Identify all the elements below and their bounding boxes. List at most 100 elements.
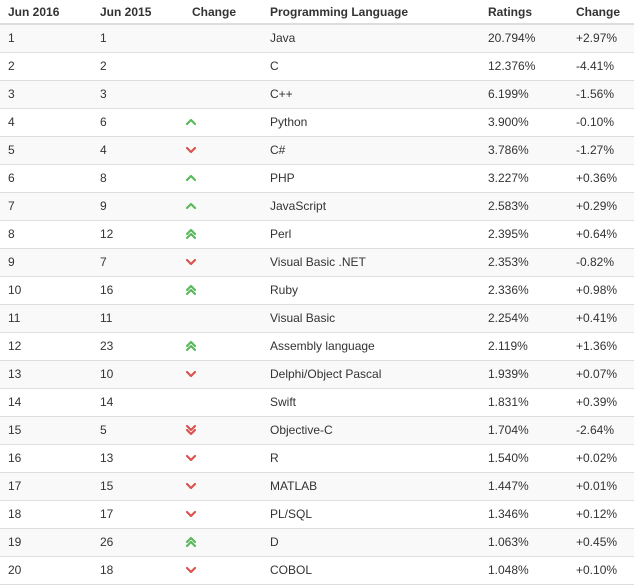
language-name: D (262, 528, 480, 557)
rank-jun-2015: 15 (92, 472, 184, 501)
table-row: 8 12 Perl 2.395% +0.64% (0, 220, 634, 249)
header-row: Jun 2016 Jun 2015 Change Programming Lan… (0, 0, 634, 25)
chevron-up-icon (184, 199, 198, 213)
rank-jun-2015: 26 (92, 528, 184, 557)
rank-jun-2016: 3 (0, 80, 92, 109)
rank-jun-2015: 23 (92, 332, 184, 361)
rank-jun-2016: 4 (0, 108, 92, 137)
chevron-down-icon (184, 143, 198, 157)
rank-jun-2016: 18 (0, 500, 92, 529)
table-row: 15 5 Objective-C 1.704% -2.64% (0, 416, 634, 445)
rank-jun-2015: 7 (92, 248, 184, 277)
rank-jun-2016: 13 (0, 360, 92, 389)
rank-jun-2015: 17 (92, 500, 184, 529)
rank-change (184, 276, 262, 305)
rank-change (184, 164, 262, 193)
language-name: C (262, 52, 480, 81)
rank-change (184, 52, 262, 81)
table-row: 1 1 Java 20.794% +2.97% (0, 24, 634, 53)
double-chevron-down-icon (184, 423, 198, 437)
rank-change (184, 136, 262, 165)
rating-value: 2.395% (480, 220, 568, 249)
rating-change: -1.56% (568, 80, 634, 109)
chevron-down-icon (184, 451, 198, 465)
rank-jun-2016: 17 (0, 472, 92, 501)
rank-jun-2016: 6 (0, 164, 92, 193)
language-name: PHP (262, 164, 480, 193)
rating-value: 1.048% (480, 556, 568, 585)
rank-change (184, 24, 262, 53)
language-name: JavaScript (262, 192, 480, 221)
language-name: Swift (262, 388, 480, 417)
chevron-down-icon (184, 563, 198, 577)
language-name: COBOL (262, 556, 480, 585)
rating-change: +0.45% (568, 528, 634, 557)
rating-change: -2.64% (568, 416, 634, 445)
rating-change: +2.97% (568, 24, 634, 53)
rating-value: 12.376% (480, 52, 568, 81)
language-name: C++ (262, 80, 480, 109)
table-body: 1 1 Java 20.794% +2.97% 2 2 C 12.376% -4.41% 3 3 C++… (0, 24, 634, 585)
table-row: 3 3 C++ 6.199% -1.56% (0, 80, 634, 109)
language-name: Objective-C (262, 416, 480, 445)
rank-jun-2016: 19 (0, 528, 92, 557)
rank-jun-2015: 14 (92, 388, 184, 417)
table-row: 17 15 MATLAB 1.447% +0.01% (0, 472, 634, 501)
double-chevron-up-icon (184, 535, 198, 549)
rank-change (184, 500, 262, 529)
rank-jun-2016: 12 (0, 332, 92, 361)
language-name: Python (262, 108, 480, 137)
table-row: 5 4 C# 3.786% -1.27% (0, 136, 634, 165)
rank-jun-2015: 8 (92, 164, 184, 193)
rank-change (184, 304, 262, 333)
rating-value: 6.199% (480, 80, 568, 109)
rating-value: 2.254% (480, 304, 568, 333)
rating-change: +0.98% (568, 276, 634, 305)
rating-change: +0.10% (568, 556, 634, 585)
chevron-down-icon (184, 479, 198, 493)
table-row: 18 17 PL/SQL 1.346% +0.12% (0, 500, 634, 529)
header-rank-change: Change (184, 0, 262, 25)
rank-jun-2015: 9 (92, 192, 184, 221)
rank-jun-2015: 11 (92, 304, 184, 333)
header-language: Programming Language (262, 0, 480, 25)
rank-jun-2016: 16 (0, 444, 92, 473)
header-jun-2016: Jun 2016 (0, 0, 92, 25)
table-row: 4 6 Python 3.900% -0.10% (0, 108, 634, 137)
rating-change: +0.29% (568, 192, 634, 221)
language-name: MATLAB (262, 472, 480, 501)
table-row: 7 9 JavaScript 2.583% +0.29% (0, 192, 634, 221)
rating-value: 2.119% (480, 332, 568, 361)
rank-jun-2016: 15 (0, 416, 92, 445)
rating-value: 1.346% (480, 500, 568, 529)
rank-jun-2015: 6 (92, 108, 184, 137)
rank-change (184, 444, 262, 473)
language-name: C# (262, 136, 480, 165)
rank-jun-2015: 12 (92, 220, 184, 249)
rating-change: +0.07% (568, 360, 634, 389)
rank-change (184, 220, 262, 249)
rating-value: 3.227% (480, 164, 568, 193)
rating-value: 20.794% (480, 24, 568, 53)
rank-jun-2015: 3 (92, 80, 184, 109)
chevron-up-icon (184, 115, 198, 129)
rank-change (184, 108, 262, 137)
rank-change (184, 248, 262, 277)
table-row: 9 7 Visual Basic .NET 2.353% -0.82% (0, 248, 634, 277)
rating-change: -0.82% (568, 248, 634, 277)
rank-jun-2016: 11 (0, 304, 92, 333)
rank-jun-2015: 2 (92, 52, 184, 81)
rating-value: 2.336% (480, 276, 568, 305)
language-name: Visual Basic (262, 304, 480, 333)
header-jun-2015: Jun 2015 (92, 0, 184, 25)
rank-jun-2016: 1 (0, 24, 92, 53)
rating-change: +1.36% (568, 332, 634, 361)
rating-change: +0.36% (568, 164, 634, 193)
double-chevron-up-icon (184, 227, 198, 241)
rank-change (184, 192, 262, 221)
chevron-down-icon (184, 255, 198, 269)
header-ratings-change: Change (568, 0, 634, 25)
ranking-table: Jun 2016 Jun 2015 Change Programming Lan… (0, 0, 634, 585)
table-row: 10 16 Ruby 2.336% +0.98% (0, 276, 634, 305)
table-row: 16 13 R 1.540% +0.02% (0, 444, 634, 473)
